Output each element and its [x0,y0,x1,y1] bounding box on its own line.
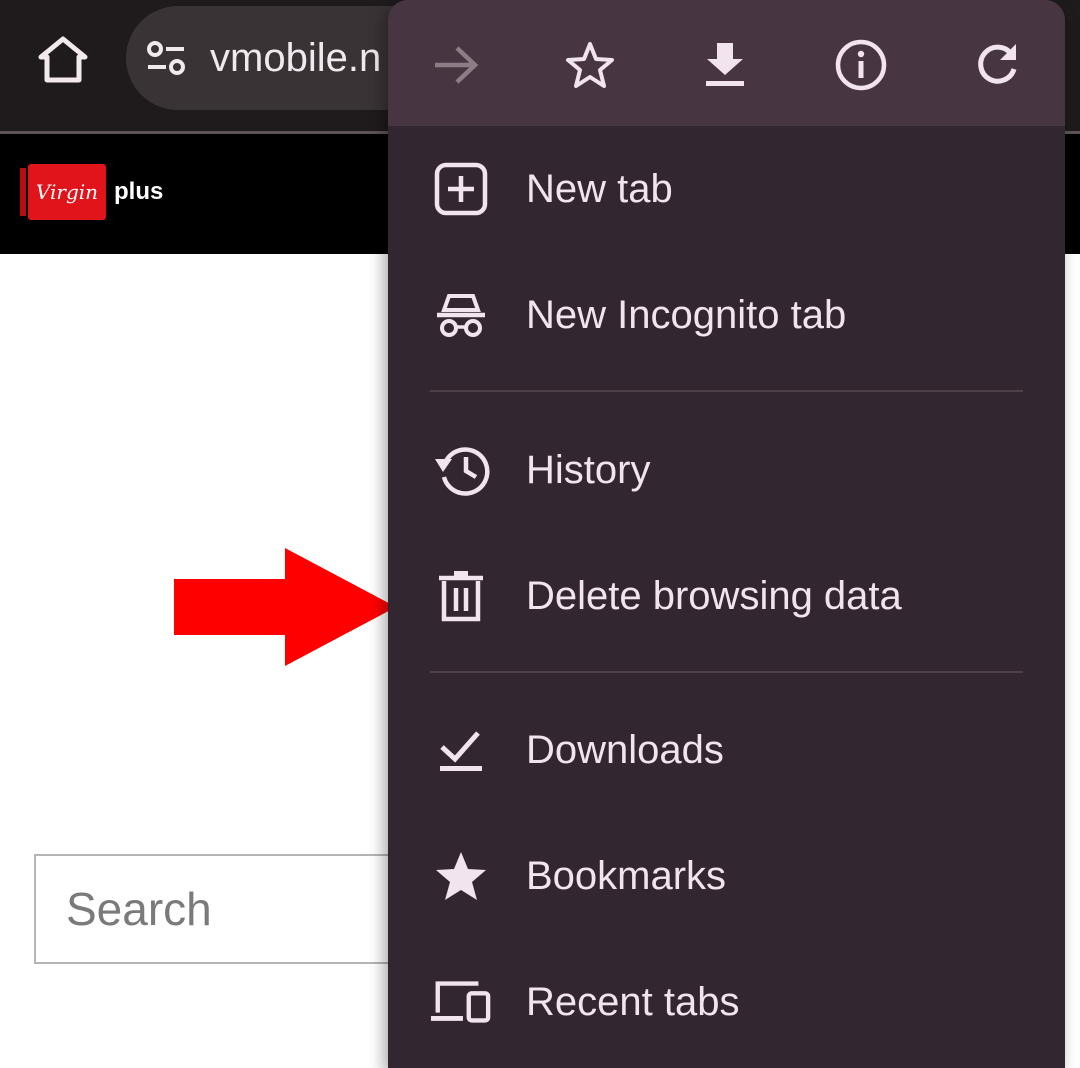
star-filled-icon [430,845,492,907]
history-icon [430,439,492,501]
menu-item-new-incognito-tab[interactable]: New Incognito tab [388,260,1065,370]
virgin-plus-logo[interactable]: Virgin plus [20,164,164,220]
site-settings-icon[interactable] [142,34,190,82]
url-text[interactable]: vmobile.n [210,36,381,81]
bookmark-page-button[interactable] [555,32,625,98]
menu-item-label: Bookmarks [526,853,727,898]
download-icon [706,43,744,86]
menu-icon-row [388,0,1065,126]
new-tab-icon [430,158,492,220]
menu-item-downloads[interactable]: Downloads [388,695,1065,805]
menu-item-bookmarks[interactable]: Bookmarks [388,821,1065,931]
forward-icon [435,46,479,84]
menu-item-label: History [526,447,651,492]
logo-plus-text: plus [114,178,164,205]
download-page-button[interactable] [690,32,760,98]
virgin-logo-badge: Virgin [20,164,106,220]
menu-item-label: Downloads [526,727,724,772]
browser-overflow-menu: New tab New Incognito tab History Delete… [388,0,1065,1068]
menu-divider [430,671,1023,673]
menu-item-label: New Incognito tab [526,292,847,337]
refresh-icon [978,44,1017,84]
star-outline-icon [566,42,614,88]
home-button[interactable] [30,30,96,90]
menu-item-new-tab[interactable]: New tab [388,134,1065,244]
menu-item-recent-tabs[interactable]: Recent tabs [388,947,1065,1057]
menu-item-label: Delete browsing data [526,573,902,618]
reload-button[interactable] [962,32,1032,98]
downloads-check-icon [430,719,492,781]
menu-item-label: New tab [526,166,673,211]
page-info-button[interactable] [826,32,896,98]
devices-icon [430,971,492,1033]
forward-button[interactable] [421,32,491,98]
annotation-arrow-icon [174,548,396,666]
menu-item-delete-browsing-data[interactable]: Delete browsing data [388,541,1065,651]
incognito-icon [430,284,492,346]
menu-item-label: Recent tabs [526,979,740,1024]
menu-divider [430,390,1023,392]
home-icon [38,36,88,83]
info-icon [835,39,887,91]
menu-item-history[interactable]: History [388,415,1065,525]
trash-icon [430,565,492,627]
